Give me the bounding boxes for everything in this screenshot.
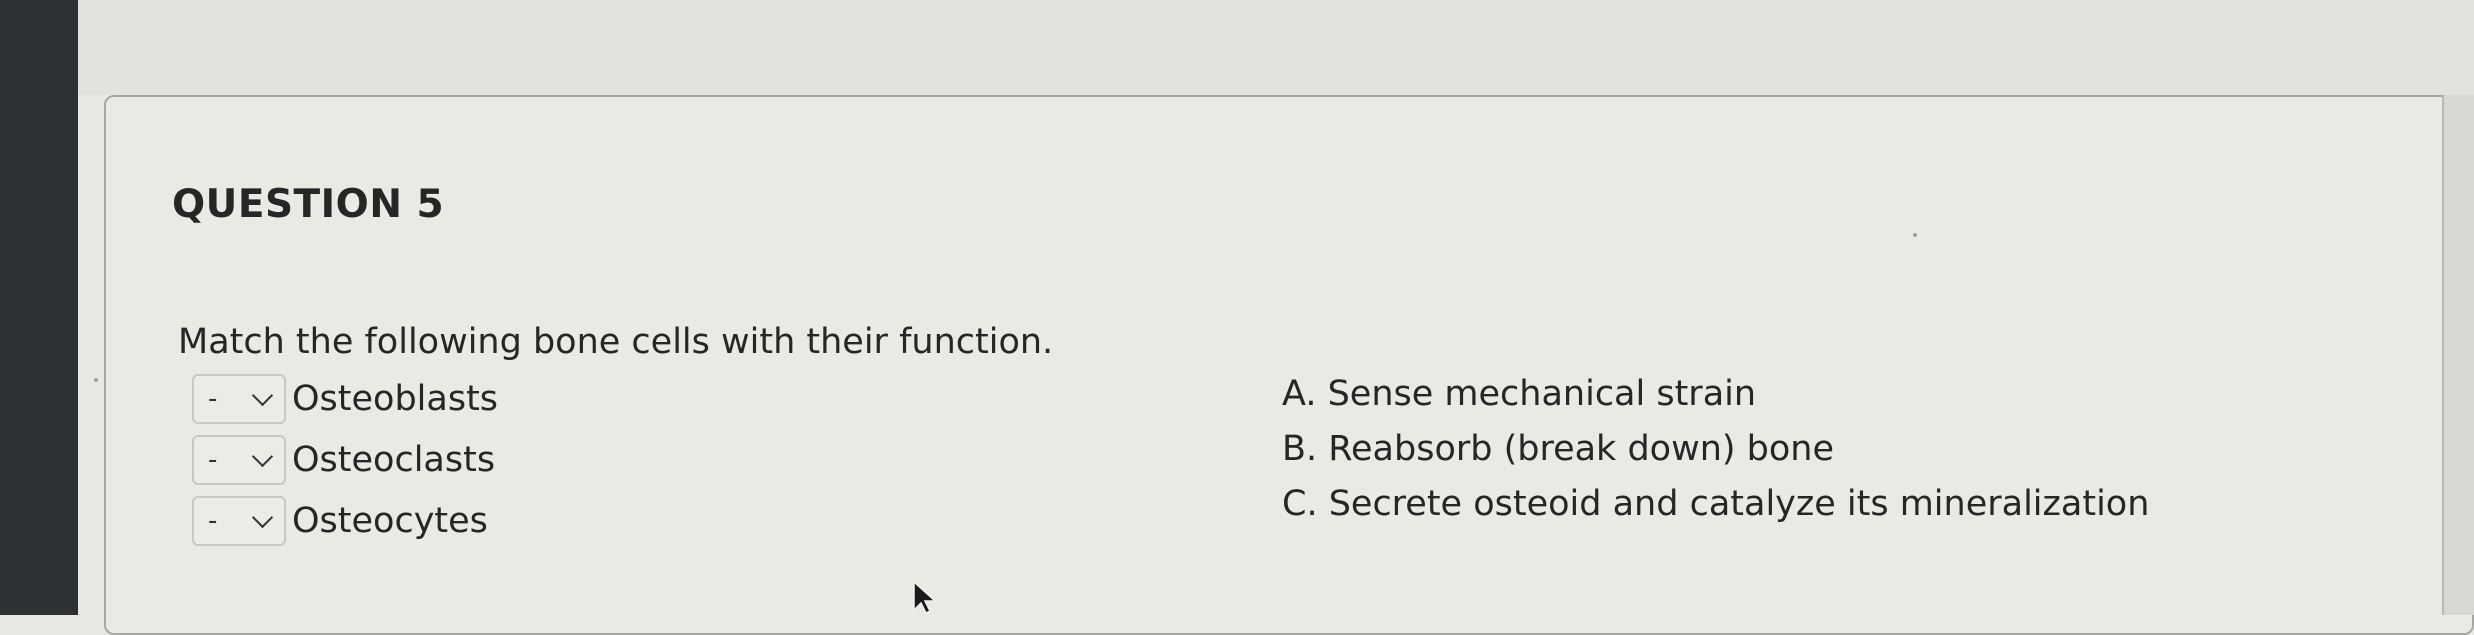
- term-label: Osteoblasts: [292, 379, 499, 419]
- previous-question-area: [78, 0, 2474, 95]
- chevron-down-icon: [251, 445, 274, 467]
- stray-dot: [94, 378, 98, 382]
- answer-select-osteocytes[interactable]: -: [192, 496, 286, 546]
- match-row-osteoblasts: - Osteoblasts: [192, 373, 498, 425]
- question-title: QUESTION 5: [172, 182, 445, 227]
- stray-dot: [1913, 233, 1917, 237]
- scrollbar-track[interactable]: [2442, 95, 2474, 615]
- answer-option-c: C. Secrete osteoid and catalyze its mine…: [1282, 484, 2150, 524]
- window-edge: [0, 0, 78, 615]
- match-row-osteocytes: - Osteocytes: [192, 495, 488, 547]
- select-value: -: [208, 506, 218, 536]
- chevron-down-icon: [251, 506, 274, 528]
- answer-option-a: A. Sense mechanical strain: [1282, 374, 1757, 414]
- question-prompt: Match the following bone cells with thei…: [178, 322, 1054, 362]
- term-label: Osteocytes: [292, 501, 488, 541]
- mouse-cursor-icon: [913, 580, 937, 615]
- answer-select-osteoblasts[interactable]: -: [192, 374, 286, 424]
- term-label: Osteoclasts: [292, 440, 496, 480]
- select-value: -: [208, 445, 218, 475]
- match-row-osteoclasts: - Osteoclasts: [192, 434, 495, 486]
- answer-select-osteoclasts[interactable]: -: [192, 435, 286, 485]
- select-value: -: [208, 384, 218, 414]
- answer-option-b: B. Reabsorb (break down) bone: [1282, 429, 1835, 469]
- question-panel: [104, 95, 2474, 635]
- chevron-down-icon: [251, 384, 274, 406]
